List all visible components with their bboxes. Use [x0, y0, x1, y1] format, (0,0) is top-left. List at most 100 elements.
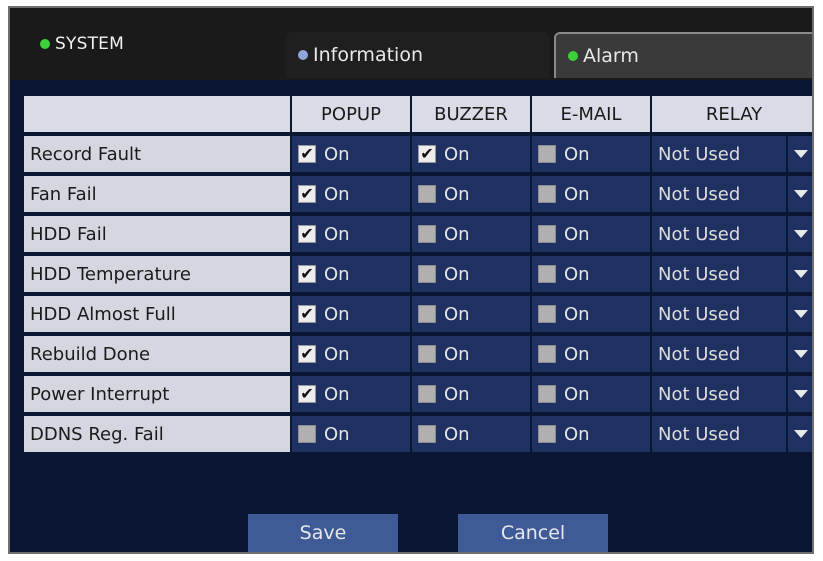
buzzer-checkbox[interactable] [418, 305, 436, 323]
relay-select-value: Not Used [658, 143, 741, 165]
row-label: Rebuild Done [24, 336, 290, 372]
email-checkbox-label: On [564, 263, 590, 285]
buzzer-checkbox[interactable] [418, 225, 436, 243]
popup-checkbox[interactable]: ✔ [298, 265, 316, 283]
relay-dropdown-button[interactable] [788, 136, 812, 172]
email-checkbox-label: On [564, 183, 590, 205]
buzzer-checkbox-label: On [444, 343, 470, 365]
popup-checkbox[interactable]: ✔ [298, 145, 316, 163]
chevron-down-icon [794, 390, 808, 398]
relay-select[interactable]: Not Used [652, 336, 786, 372]
relay-select[interactable]: Not Used [652, 296, 786, 332]
email-cell: On [532, 256, 650, 292]
buzzer-checkbox[interactable]: ✔ [418, 145, 436, 163]
buzzer-cell: On [412, 336, 530, 372]
cancel-button[interactable]: Cancel [458, 514, 608, 552]
relay-select[interactable]: Not Used [652, 376, 786, 412]
chevron-down-icon [794, 350, 808, 358]
email-checkbox-label: On [564, 383, 590, 405]
buzzer-cell: On [412, 216, 530, 252]
relay-select[interactable]: Not Used [652, 216, 786, 252]
popup-checkbox[interactable]: ✔ [298, 345, 316, 363]
buzzer-checkbox[interactable] [418, 385, 436, 403]
tab-alarm-label: Alarm [583, 45, 639, 67]
row-label: HDD Almost Full [24, 296, 290, 332]
buzzer-checkbox-label: On [444, 183, 470, 205]
relay-select[interactable]: Not Used [652, 136, 786, 172]
buzzer-checkbox[interactable] [418, 425, 436, 443]
relay-select-value: Not Used [658, 223, 741, 245]
popup-cell: ✔ On [292, 376, 410, 412]
email-checkbox[interactable] [538, 145, 556, 163]
popup-checkbox[interactable] [298, 425, 316, 443]
save-button[interactable]: Save [248, 514, 398, 552]
relay-dropdown-button[interactable] [788, 256, 812, 292]
email-checkbox[interactable] [538, 225, 556, 243]
relay-select[interactable]: Not Used [652, 256, 786, 292]
popup-checkbox[interactable]: ✔ [298, 225, 316, 243]
relay-select-value: Not Used [658, 303, 741, 325]
buzzer-checkbox[interactable] [418, 185, 436, 203]
tab-led-icon [568, 51, 578, 61]
tab-information-label: Information [313, 44, 423, 66]
chevron-down-icon [794, 150, 808, 158]
email-checkbox[interactable] [538, 185, 556, 203]
popup-checkbox[interactable]: ✔ [298, 385, 316, 403]
popup-checkbox-label: On [324, 263, 350, 285]
buzzer-cell: On [412, 376, 530, 412]
popup-cell: ✔ On [292, 336, 410, 372]
buzzer-cell: On [412, 256, 530, 292]
relay-dropdown-button[interactable] [788, 416, 812, 452]
email-checkbox-label: On [564, 223, 590, 245]
system-title: SYSTEM [40, 34, 124, 54]
row-label: Fan Fail [24, 176, 290, 212]
popup-checkbox-label: On [324, 343, 350, 365]
email-cell: On [532, 376, 650, 412]
email-checkbox-label: On [564, 303, 590, 325]
popup-cell: ✔ On [292, 296, 410, 332]
relay-dropdown-button[interactable] [788, 336, 812, 372]
email-cell: On [532, 336, 650, 372]
relay-dropdown-button[interactable] [788, 376, 812, 412]
popup-checkbox[interactable]: ✔ [298, 185, 316, 203]
buzzer-checkbox-label: On [444, 223, 470, 245]
row-label: Record Fault [24, 136, 290, 172]
buzzer-checkbox-label: On [444, 303, 470, 325]
buzzer-cell: ✔ On [412, 136, 530, 172]
relay-select-value: Not Used [658, 263, 741, 285]
email-checkbox[interactable] [538, 385, 556, 403]
relay-select[interactable]: Not Used [652, 416, 786, 452]
column-header-email: E-MAIL [532, 96, 650, 132]
popup-cell: ✔ On [292, 256, 410, 292]
email-cell: On [532, 416, 650, 452]
row-label: Power Interrupt [24, 376, 290, 412]
status-led-icon [40, 39, 50, 49]
popup-checkbox[interactable]: ✔ [298, 305, 316, 323]
email-cell: On [532, 136, 650, 172]
buzzer-checkbox[interactable] [418, 265, 436, 283]
system-label: SYSTEM [55, 34, 124, 54]
buzzer-checkbox-label: On [444, 263, 470, 285]
popup-checkbox-label: On [324, 143, 350, 165]
tab-information[interactable]: Information [286, 32, 549, 78]
relay-dropdown-button[interactable] [788, 296, 812, 332]
column-header-buzzer: BUZZER [412, 96, 530, 132]
email-checkbox[interactable] [538, 345, 556, 363]
column-header-relay: RELAY [652, 96, 812, 132]
popup-checkbox-label: On [324, 303, 350, 325]
email-checkbox[interactable] [538, 265, 556, 283]
buzzer-checkbox[interactable] [418, 345, 436, 363]
relay-select-value: Not Used [658, 343, 741, 365]
email-checkbox-label: On [564, 423, 590, 445]
tab-alarm[interactable]: Alarm [554, 32, 812, 78]
relay-select-value: Not Used [658, 423, 741, 445]
title-bar: SYSTEM Information Alarm [10, 8, 812, 80]
email-cell: On [532, 216, 650, 252]
relay-dropdown-button[interactable] [788, 216, 812, 252]
buzzer-checkbox-label: On [444, 143, 470, 165]
email-checkbox[interactable] [538, 425, 556, 443]
email-checkbox[interactable] [538, 305, 556, 323]
chevron-down-icon [794, 270, 808, 278]
relay-select[interactable]: Not Used [652, 176, 786, 212]
relay-dropdown-button[interactable] [788, 176, 812, 212]
